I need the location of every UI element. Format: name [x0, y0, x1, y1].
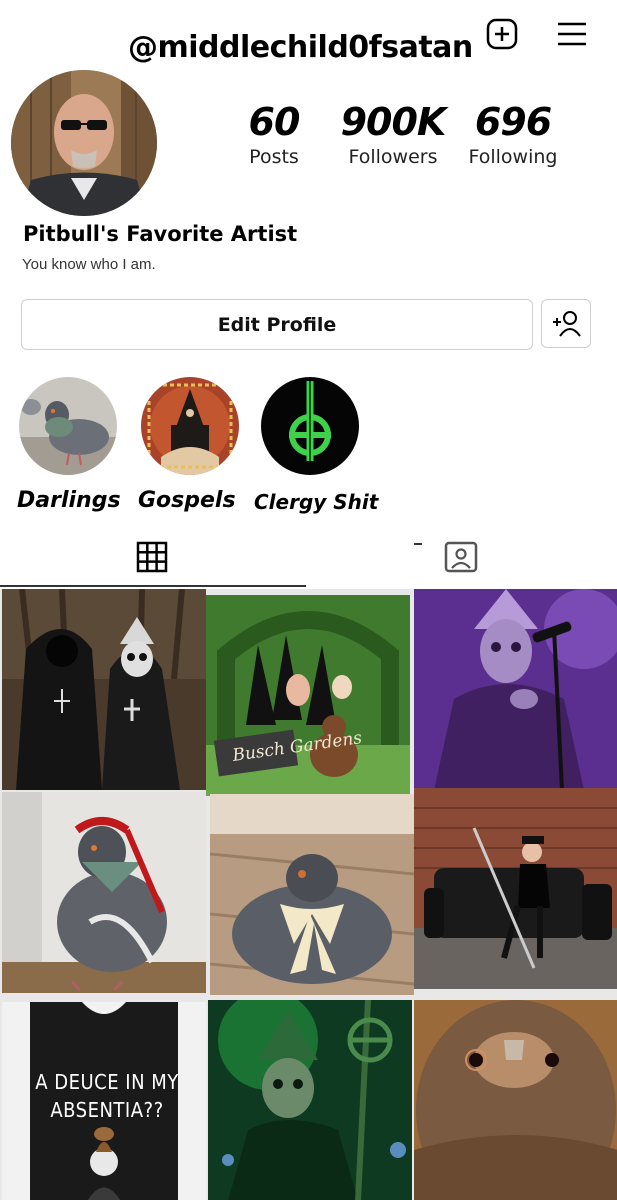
posts-grid: Busch Gardens A DEUCE IN MY ABSENTIA?? — [0, 589, 617, 1200]
bio-name: Pitbull's Favorite Artist — [23, 222, 298, 246]
menu-icon[interactable] — [556, 20, 588, 48]
active-tab-indicator — [0, 585, 306, 587]
post-thumbnail[interactable] — [414, 589, 617, 790]
post-thumbnail[interactable] — [210, 794, 414, 995]
post-thumbnail[interactable] — [208, 1000, 412, 1200]
stat-posts[interactable]: 60 Posts — [236, 100, 312, 170]
tab-posts-grid[interactable] — [0, 538, 306, 588]
posts-label: Posts — [249, 146, 299, 168]
avatar[interactable] — [11, 70, 157, 216]
followers-label: Followers — [348, 146, 438, 168]
add-person-icon — [553, 311, 581, 337]
highlight-label: Gospels — [138, 488, 236, 513]
tagged-icon — [414, 541, 478, 573]
stat-followers[interactable]: 900K Followers — [340, 100, 447, 170]
highlight-darlings[interactable] — [19, 377, 117, 475]
highlight-gospels[interactable] — [141, 377, 239, 475]
top-bar: @middlechild0fsatan — [0, 0, 617, 70]
post-thumbnail[interactable]: Busch Gardens — [206, 595, 410, 796]
post-thumbnail[interactable] — [2, 589, 206, 790]
post-thumbnail[interactable] — [414, 788, 617, 989]
post-thumbnail[interactable]: A DEUCE IN MY ABSENTIA?? — [2, 1002, 206, 1200]
posts-count: 60 — [248, 100, 301, 144]
username[interactable]: @middlechild0fsatan — [128, 30, 473, 65]
bio-text: You know who I am. — [22, 256, 156, 273]
edit-profile-button[interactable]: Edit Profile — [21, 299, 533, 350]
stat-following[interactable]: 696 Following — [462, 100, 564, 170]
followers-count: 900K — [340, 100, 447, 144]
following-count: 696 — [474, 100, 552, 144]
tab-tagged[interactable] — [306, 538, 617, 588]
following-label: Following — [468, 146, 558, 168]
post-thumbnail[interactable] — [414, 1000, 617, 1200]
new-post-icon[interactable] — [486, 18, 518, 50]
discover-people-button[interactable] — [541, 299, 591, 348]
shirt-text: A DEUCE IN MY ABSENTIA?? — [35, 1070, 179, 1122]
highlight-label: Clergy Shit — [254, 490, 379, 514]
highlight-clergy[interactable] — [261, 377, 359, 475]
grid-icon — [136, 541, 168, 573]
highlight-label: Darlings — [17, 488, 121, 513]
post-thumbnail[interactable] — [2, 792, 206, 993]
